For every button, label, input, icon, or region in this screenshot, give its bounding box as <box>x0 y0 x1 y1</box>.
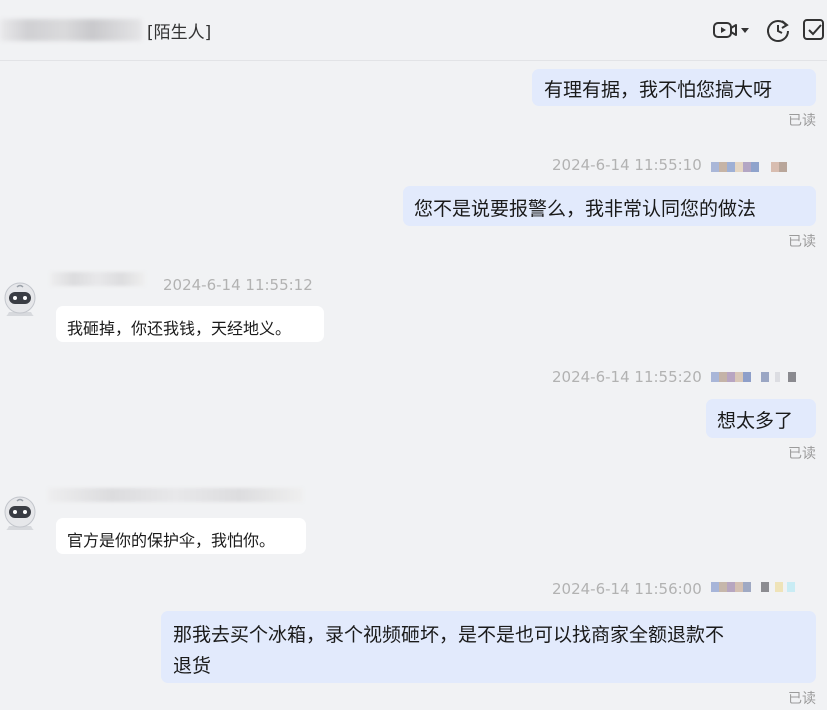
message-text: 我砸掉，你还我钱，天经地义。 <box>67 319 292 338</box>
outgoing-message[interactable]: 那我去买个冰箱，录个视频砸坏，是不是也可以找商家全额退款不 退货 <box>161 611 816 683</box>
outgoing-message[interactable]: 有理有据，我不怕您搞大呀 <box>532 69 816 106</box>
dropdown-arrow-icon[interactable] <box>738 16 752 44</box>
read-status: 已读 <box>788 113 816 129</box>
timestamp: 2024-6-14 11:55:20 <box>552 368 702 386</box>
timestamp: 2024-6-14 11:55:10 <box>552 156 702 174</box>
read-status: 已读 <box>788 446 816 462</box>
outgoing-message[interactable]: 您不是说要报警么，我非常认同您的做法 <box>403 186 816 226</box>
sender-name-blurred <box>711 162 787 172</box>
message-text: 您不是说要报警么，我非常认同您的做法 <box>414 198 757 220</box>
chat-header: [陌生人] <box>0 0 827 61</box>
message-text: 有理有据，我不怕您搞大呀 <box>544 79 773 101</box>
outgoing-message[interactable]: 想太多了 <box>706 399 816 438</box>
history-icon[interactable] <box>764 16 792 44</box>
incoming-message[interactable]: 我砸掉，你还我钱，天经地义。 <box>56 306 324 342</box>
checklist-icon[interactable] <box>801 16 827 44</box>
stranger-tag: [陌生人] <box>147 23 212 43</box>
incoming-message[interactable]: 官方是你的保护伞，我怕你。 <box>56 518 306 554</box>
message-text: 想太多了 <box>717 410 794 432</box>
message-text-line2: 退货 <box>173 655 212 677</box>
message-text: 官方是你的保护伞，我怕你。 <box>67 531 276 550</box>
timestamp: 2024-6-14 11:56:00 <box>552 580 702 598</box>
read-status: 已读 <box>788 691 816 707</box>
message-text-line1: 那我去买个冰箱，录个视频砸坏，是不是也可以找商家全额退款不 <box>173 624 725 646</box>
robot-avatar-icon[interactable] <box>2 492 38 532</box>
sender-name-blurred <box>48 488 303 502</box>
sender-name-blurred <box>50 272 145 286</box>
timestamp: 2024-6-14 11:55:12 <box>163 276 313 294</box>
robot-avatar-icon[interactable] <box>2 278 38 318</box>
sender-name-blurred <box>711 582 795 592</box>
read-status: 已读 <box>788 234 816 250</box>
sender-name-blurred <box>711 372 796 382</box>
contact-name-blurred <box>0 19 142 41</box>
video-call-icon[interactable] <box>711 16 739 44</box>
